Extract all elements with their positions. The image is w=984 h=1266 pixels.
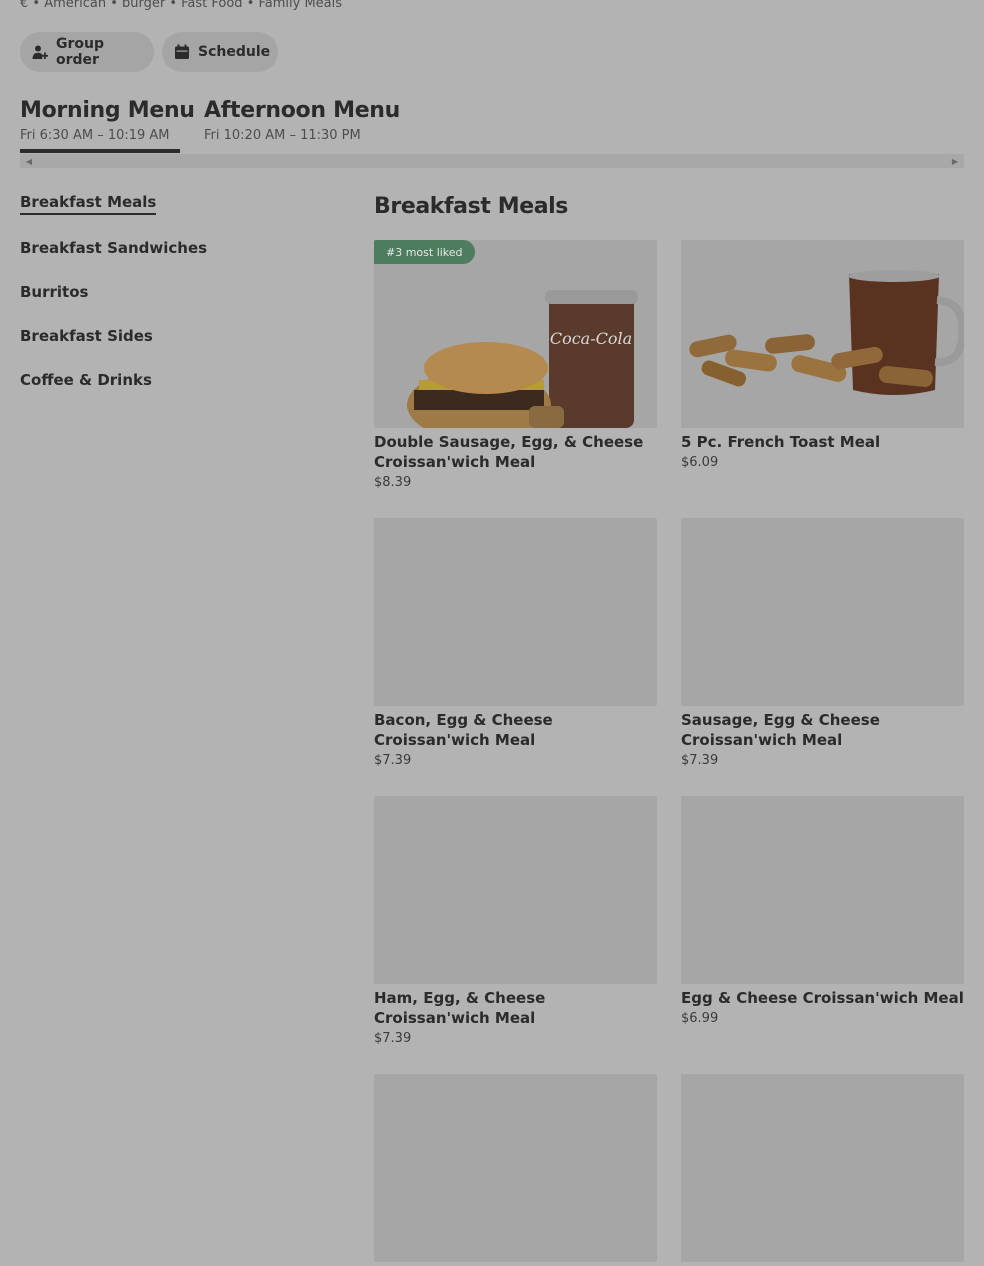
- item-title: Sausage, Egg & Cheese Croissan'wich Meal: [681, 711, 880, 749]
- item-price: $7.39: [681, 753, 719, 768]
- item-image: [681, 240, 964, 428]
- add-person-icon: [32, 44, 48, 60]
- item-image-placeholder: [681, 518, 964, 706]
- tab-afternoon-menu[interactable]: Afternoon Menu Fri 10:20 AM – 11:30 PM: [204, 98, 400, 143]
- tab-morning-menu[interactable]: Morning Menu Fri 6:30 AM – 10:19 AM: [20, 98, 195, 143]
- menu-hours: Fri 6:30 AM – 10:19 AM: [20, 128, 170, 143]
- item-title: Bacon, Egg & Cheese Croissan'wich Meal: [374, 711, 553, 749]
- menu-item-card[interactable]: #3 most liked Coca-Cola Double Sausage, …: [374, 240, 657, 490]
- horizontal-scrollbar[interactable]: ◀ ▶: [20, 154, 964, 168]
- chevron-right-icon[interactable]: ▶: [948, 154, 962, 168]
- item-title: Double Sausage, Egg, & Cheese Croissan'w…: [374, 433, 644, 471]
- schedule-label: Schedule: [198, 44, 271, 60]
- menu-name: Afternoon Menu: [204, 98, 401, 123]
- store-tags: € • American • burger • Fast Food • Fami…: [20, 0, 343, 11]
- item-image: #3 most liked Coca-Cola: [374, 240, 657, 428]
- item-title: Ham, Egg, & Cheese Croissan'wich Meal: [374, 989, 546, 1027]
- active-tab-indicator: [20, 149, 180, 153]
- sidebar-item-breakfast-meals[interactable]: Breakfast Meals: [20, 193, 157, 215]
- sidebar-item-coffee-drinks[interactable]: Coffee & Drinks: [20, 371, 152, 389]
- menu-item-card[interactable]: Egg & Cheese Croissan'wich Meal $6.99: [681, 796, 964, 1026]
- group-order-label: Group order: [56, 36, 105, 68]
- item-title: 5 Pc. French Toast Meal: [681, 433, 881, 451]
- most-liked-badge: #3 most liked: [374, 240, 475, 264]
- item-title: Egg & Cheese Croissan'wich Meal: [681, 989, 964, 1007]
- item-image-placeholder: [374, 796, 657, 984]
- section-title: Breakfast Meals: [374, 194, 568, 219]
- sidebar-item-breakfast-sides[interactable]: Breakfast Sides: [20, 327, 153, 345]
- item-price: $6.99: [681, 1011, 719, 1026]
- svg-text:Coca-Cola: Coca-Cola: [550, 329, 632, 348]
- sidebar-item-breakfast-sandwiches[interactable]: Breakfast Sandwiches: [20, 239, 207, 257]
- menu-item-card[interactable]: 5 Pc. French Toast Meal $6.09: [681, 240, 964, 470]
- sidebar-item-burritos[interactable]: Burritos: [20, 283, 88, 301]
- item-image-placeholder: [374, 518, 657, 706]
- menu-item-card[interactable]: [374, 1074, 657, 1266]
- menu-item-card[interactable]: Bacon, Egg & Cheese Croissan'wich Meal $…: [374, 518, 657, 768]
- item-price: $7.39: [374, 1031, 412, 1046]
- meal-photo: Coca-Cola: [407, 290, 638, 428]
- group-order-button[interactable]: Group order: [20, 32, 154, 72]
- item-image-placeholder: [681, 796, 964, 984]
- schedule-button[interactable]: Schedule: [162, 32, 278, 72]
- menu-item-card[interactable]: [681, 1074, 964, 1266]
- menu-hours: Fri 10:20 AM – 11:30 PM: [204, 128, 361, 143]
- item-price: $8.39: [374, 475, 412, 490]
- meal-photo: [689, 270, 964, 395]
- menu-item-card[interactable]: Ham, Egg, & Cheese Croissan'wich Meal $7…: [374, 796, 657, 1046]
- calendar-icon: [174, 44, 190, 60]
- item-image-placeholder: [374, 1074, 657, 1262]
- item-price: $6.09: [681, 455, 719, 470]
- menu-item-card[interactable]: Sausage, Egg & Cheese Croissan'wich Meal…: [681, 518, 964, 768]
- item-price: $7.39: [374, 753, 412, 768]
- item-image-placeholder: [681, 1074, 964, 1262]
- chevron-left-icon[interactable]: ◀: [22, 154, 36, 168]
- menu-name: Morning Menu: [20, 98, 195, 123]
